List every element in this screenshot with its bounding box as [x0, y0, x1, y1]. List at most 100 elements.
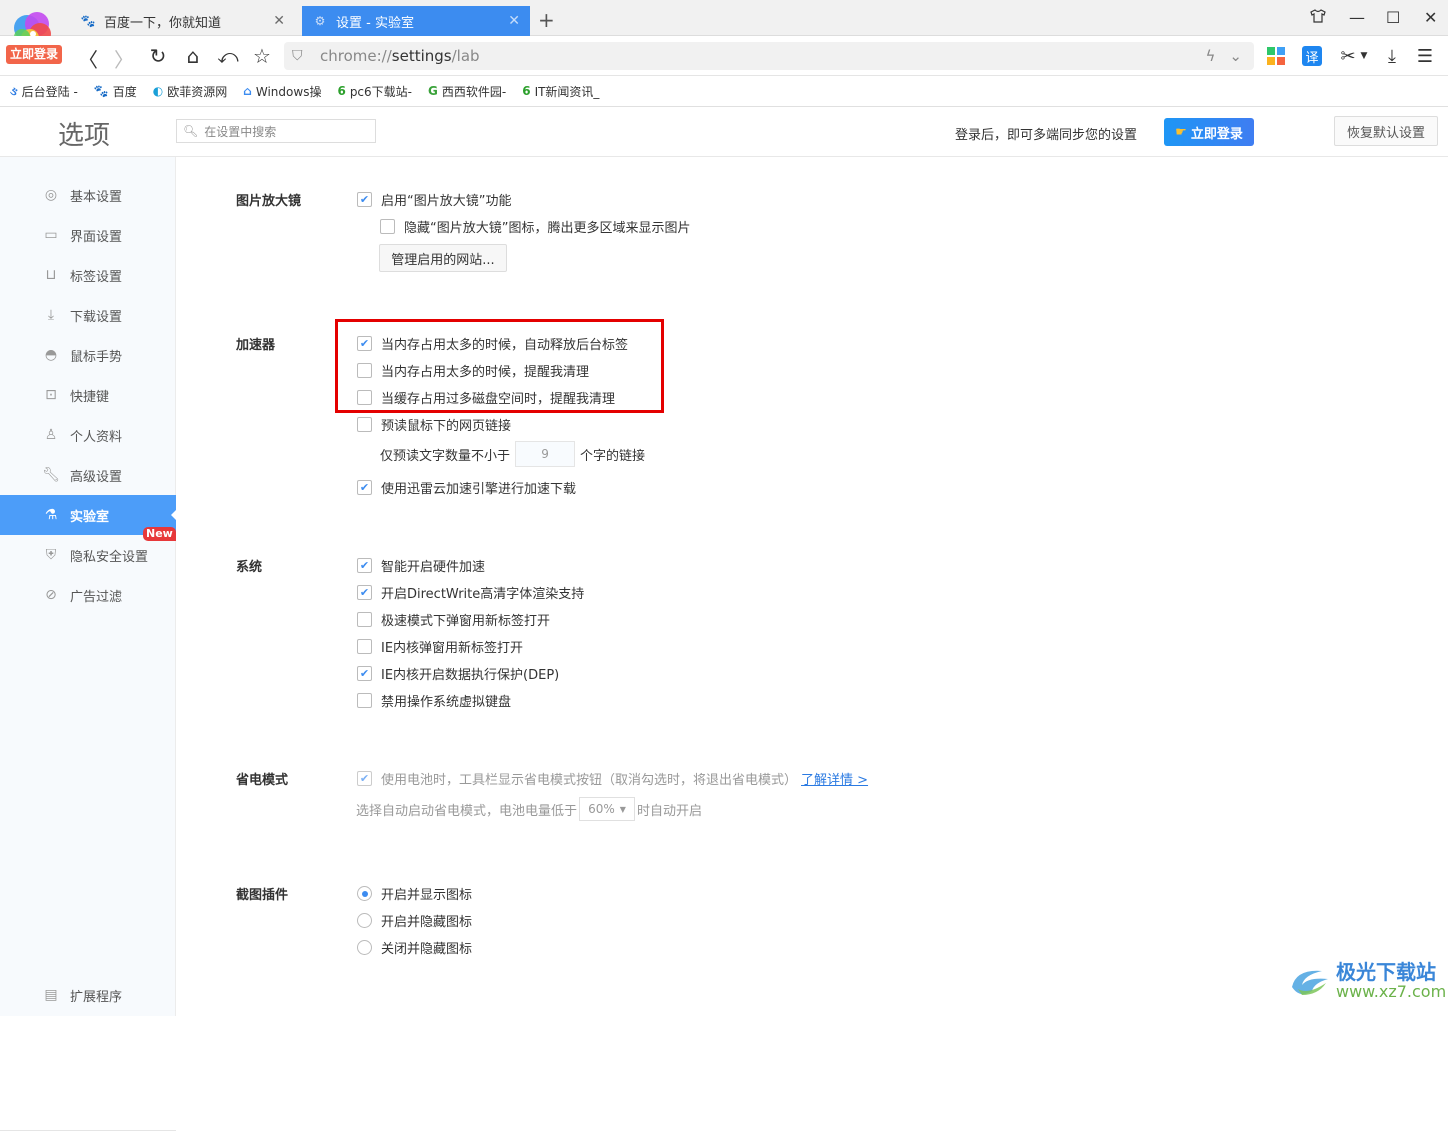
- bookmark-item[interactable]: G 西西软件园-: [428, 83, 506, 100]
- minimize-button[interactable]: —: [1349, 8, 1365, 27]
- bookmark-item[interactable]: 6 IT新闻资讯_: [522, 83, 599, 100]
- dropdown-arrow-icon[interactable]: ▼: [1358, 44, 1370, 68]
- sidebar-item-interface[interactable]: ▭ 界面设置: [0, 215, 176, 255]
- fast-mode-popup-tab-checkbox[interactable]: 极速模式下弹窗用新标签打开: [357, 610, 550, 629]
- sidebar-item-adblock[interactable]: ⊘ 广告过滤: [0, 575, 176, 615]
- radio[interactable]: [357, 940, 372, 955]
- lightning-icon[interactable]: ϟ: [1206, 47, 1216, 65]
- learn-more-link[interactable]: 了解详情 >: [801, 769, 868, 788]
- sidebar-item-tabs[interactable]: ⊔ 标签设置: [0, 255, 176, 295]
- address-bar[interactable]: ⛉ chrome://settings/lab ϟ ⌄: [284, 42, 1254, 70]
- restore-defaults-button[interactable]: 恢复默认设置: [1334, 116, 1438, 146]
- back-button[interactable]: 〈: [76, 44, 100, 73]
- checkbox[interactable]: [357, 693, 372, 708]
- sidebar-item-advanced[interactable]: 🔧︎ 高级设置: [0, 455, 176, 495]
- checkbox[interactable]: [357, 666, 372, 681]
- close-icon[interactable]: ✕: [273, 13, 285, 29]
- bookmark-item[interactable]: ઙ 后台登陆 -: [10, 83, 78, 100]
- sidebar-item-download[interactable]: ⤓ 下载设置: [0, 295, 176, 335]
- ie-popup-tab-checkbox[interactable]: IE内核弹窗用新标签打开: [357, 637, 523, 656]
- wrench-icon: 🔧︎: [42, 467, 60, 483]
- disable-virtual-keyboard-checkbox[interactable]: 禁用操作系统虚拟键盘: [357, 691, 511, 710]
- tab-icon: ⊔: [45, 267, 57, 283]
- sidebar: ◎ 基本设置 ▭ 界面设置 ⊔ 标签设置 ⤓ 下载设置 ◓ 鼠标手势 ⊡ 快捷键 ♙ 个人资料…: [0, 157, 176, 1131]
- navigation-toolbar: 〈 〉 ↻ ⌂ ⤺ ☆ ⛉ chrome://settings/lab ϟ ⌄ …: [0, 36, 1448, 76]
- manage-sites-button[interactable]: 管理启用的网站...: [379, 244, 507, 272]
- sidebar-item-extensions[interactable]: ▤ 扩展程序: [0, 975, 176, 1015]
- pointing-hand-icon: ☛: [1175, 124, 1187, 140]
- tab-baidu[interactable]: 🐾 百度一下，你就知道 ✕: [70, 6, 295, 36]
- sidebar-item-privacy[interactable]: ⛨ 隐私安全设置: [0, 535, 176, 575]
- directwrite-checkbox[interactable]: 开启DirectWrite高清字体渲染支持: [357, 583, 584, 602]
- screenshot-hide-icon-radio[interactable]: 开启并隐藏图标: [357, 911, 472, 930]
- checkbox[interactable]: [357, 771, 372, 786]
- tab-bar: 🐾 百度一下，你就知道 ✕ ⚙ 设置 - 实验室 ✕ + — ☐ ✕: [0, 0, 1448, 36]
- cache-reminder-checkbox[interactable]: 当缓存占用过多磁盘空间时，提醒我清理: [357, 388, 615, 407]
- memory-reminder-checkbox[interactable]: 当内存占用太多的时候，提醒我清理: [357, 361, 589, 380]
- flask-icon: ⚗: [44, 507, 58, 523]
- bookmark-item[interactable]: ◐ 欧菲资源网: [153, 83, 228, 100]
- auto-power-save-row: 选择自动启动省电模式，电池电量低于 60% ▼ 时自动开启: [356, 797, 702, 821]
- sidebar-item-profile[interactable]: ♙ 个人资料: [0, 415, 176, 455]
- download-icon[interactable]: ⤓: [1380, 44, 1404, 68]
- bookmark-item[interactable]: 6 pc6下载站-: [337, 83, 412, 100]
- undo-close-button[interactable]: ⤺: [216, 44, 240, 68]
- close-icon[interactable]: ✕: [508, 13, 520, 29]
- translate-icon[interactable]: 译: [1300, 44, 1324, 68]
- preread-length-input[interactable]: 9: [515, 441, 576, 467]
- bookmark-star-button[interactable]: ☆: [250, 44, 274, 68]
- checkbox[interactable]: [357, 192, 372, 207]
- auto-release-tabs-checkbox[interactable]: 当内存占用太多的时候，自动释放后台标签: [357, 334, 628, 353]
- checkbox[interactable]: [357, 612, 372, 627]
- ie-dep-checkbox[interactable]: IE内核开启数据执行保护(DEP): [357, 664, 559, 683]
- preread-links-checkbox[interactable]: 预读鼠标下的网页链接: [357, 415, 511, 434]
- radio[interactable]: [357, 886, 372, 901]
- forward-button[interactable]: 〉: [112, 44, 136, 73]
- magnifier-enable-checkbox[interactable]: 启用“图片放大镜”功能: [357, 190, 511, 209]
- home-button[interactable]: ⌂: [181, 44, 205, 68]
- checkbox[interactable]: [357, 336, 372, 351]
- checkbox[interactable]: [380, 219, 395, 234]
- checkbox[interactable]: [357, 558, 372, 573]
- sidebar-item-mouse-gesture[interactable]: ◓ 鼠标手势: [0, 335, 176, 375]
- thunder-accel-checkbox[interactable]: 使用迅雷云加速引擎进行加速下载: [357, 478, 576, 497]
- hardware-accel-checkbox[interactable]: 智能开启硬件加速: [357, 556, 485, 575]
- chevron-down-icon[interactable]: ⌄: [1229, 47, 1242, 65]
- screenshot-disable-radio[interactable]: 关闭并隐藏图标: [357, 938, 472, 957]
- shirt-icon[interactable]: [1310, 8, 1326, 28]
- cc-icon: G: [428, 84, 438, 98]
- apps-grid-icon[interactable]: [1264, 44, 1288, 68]
- screenshot-show-icon-radio[interactable]: 开启并显示图标: [357, 884, 472, 903]
- login-badge-button[interactable]: 立即登录: [6, 45, 63, 64]
- pc6-icon: 6: [337, 84, 346, 98]
- checkbox[interactable]: [357, 390, 372, 405]
- sidebar-item-basic[interactable]: ◎ 基本设置: [0, 175, 176, 215]
- settings-search-input[interactable]: 🔍︎ 在设置中搜索: [176, 119, 376, 143]
- bookmark-item[interactable]: ⌂ Windows操: [243, 83, 321, 100]
- pc6-icon: 6: [522, 84, 531, 98]
- login-button[interactable]: ☛ 立即登录: [1164, 118, 1254, 146]
- sidebar-item-shortcuts[interactable]: ⊡ 快捷键: [0, 375, 176, 415]
- magnifier-hide-icon-checkbox[interactable]: 隐藏“图片放大镜”图标，腾出更多区域来显示图片: [380, 217, 690, 236]
- checkbox[interactable]: [357, 480, 372, 495]
- extension-icon: ▤: [44, 987, 58, 1003]
- maximize-button[interactable]: ☐: [1386, 8, 1400, 27]
- tab-settings-lab[interactable]: ⚙ 设置 - 实验室 ✕: [302, 6, 530, 36]
- menu-icon[interactable]: ☰: [1413, 44, 1437, 68]
- battery-threshold-select[interactable]: 60% ▼: [579, 797, 636, 821]
- settings-icon: ◎: [44, 187, 58, 203]
- checkbox[interactable]: [357, 363, 372, 378]
- bookmark-item[interactable]: 🐾 百度: [94, 83, 137, 100]
- new-tab-button[interactable]: +: [538, 8, 555, 32]
- checkbox[interactable]: [357, 639, 372, 654]
- checkbox[interactable]: [357, 417, 372, 432]
- reload-button[interactable]: ↻: [146, 44, 170, 68]
- radio[interactable]: [357, 913, 372, 928]
- page-title: 选项: [58, 121, 111, 151]
- power-save-button-checkbox[interactable]: 使用电池时，工具栏显示省电模式按钮（取消勾选时，将退出省电模式） 了解详情 >: [357, 769, 868, 788]
- mouse-icon: ◓: [44, 347, 58, 363]
- close-window-button[interactable]: ✕: [1424, 8, 1437, 27]
- scissors-icon[interactable]: ✂: [1336, 44, 1360, 68]
- section-label-system: 系统: [236, 560, 263, 575]
- checkbox[interactable]: [357, 585, 372, 600]
